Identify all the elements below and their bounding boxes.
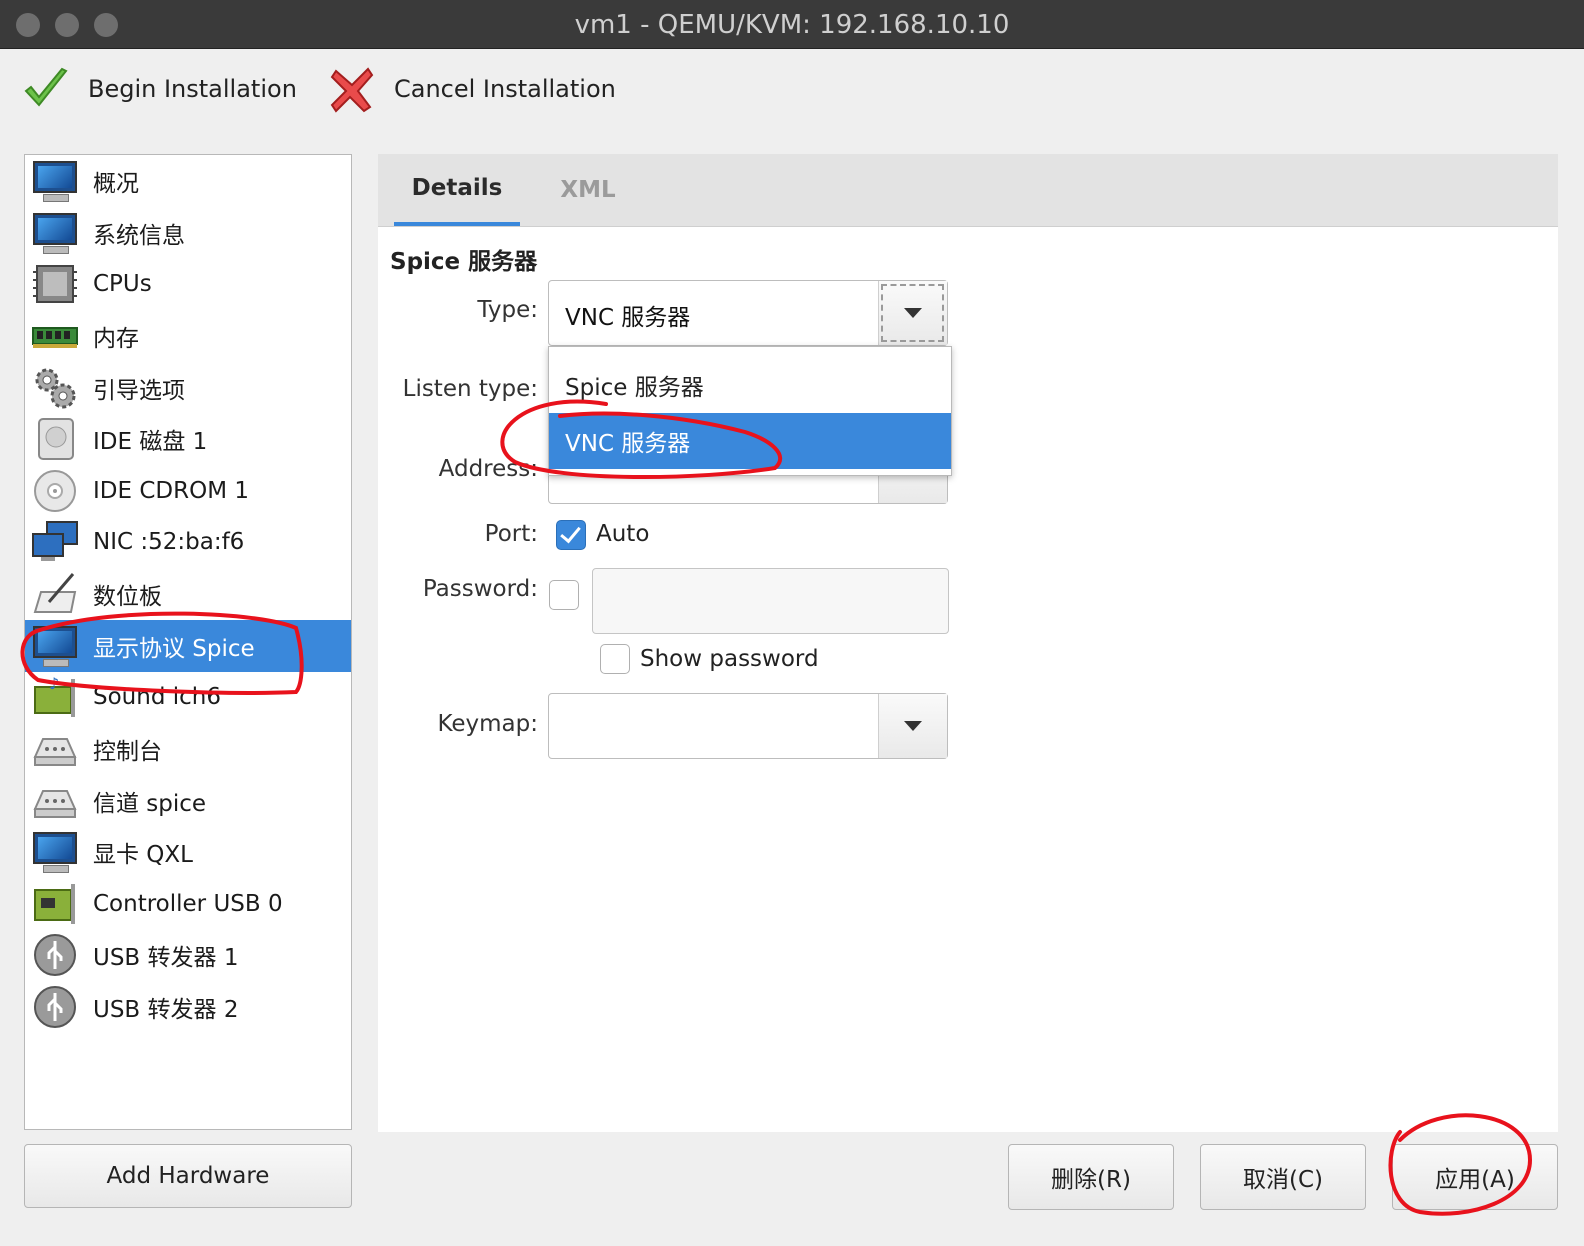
sidebar-item-label: 控制台 xyxy=(93,739,162,765)
show-password-label: Show password xyxy=(640,646,819,672)
serial-icon xyxy=(31,779,79,823)
sidebar-item-boot-options[interactable]: 引导选项 xyxy=(25,362,351,414)
show-password-checkbox[interactable] xyxy=(600,644,630,674)
svg-text:♪: ♪ xyxy=(49,675,59,693)
memory-icon xyxy=(31,314,79,358)
sidebar-item-label: USB 转发器 2 xyxy=(93,997,239,1023)
type-label: Type: xyxy=(477,297,538,323)
gears-icon xyxy=(31,366,79,410)
sidebar-item-label: 显卡 QXL xyxy=(93,842,193,868)
cpu-icon xyxy=(31,262,79,306)
apply-button[interactable]: 应用(A) xyxy=(1392,1144,1558,1210)
sidebar-item-label: USB 转发器 1 xyxy=(93,945,239,971)
sidebar-item-display-spice[interactable]: 显示协议 Spice xyxy=(25,620,351,672)
sidebar-item-label: NIC :52:ba:f6 xyxy=(93,529,245,555)
type-combo-value: VNC 服务器 xyxy=(565,305,691,331)
keymap-label: Keymap: xyxy=(437,711,538,737)
title-bar: vm1 - QEMU/KVM: 192.168.10.10 xyxy=(0,0,1584,49)
sidebar-item-system-info[interactable]: 系统信息 xyxy=(25,207,351,259)
sidebar-item-overview[interactable]: 概况 xyxy=(25,155,351,207)
port-auto-label: Auto xyxy=(596,521,650,547)
checkmark-icon xyxy=(22,65,70,113)
tab-bar: Details XML xyxy=(378,154,1558,227)
dropdown-option-vnc[interactable]: VNC 服务器 xyxy=(549,413,951,469)
hardware-list: 概况 系统信息 CPUs 内存 引导选项 IDE 磁盘 1 IDE CDROM … xyxy=(24,154,352,1130)
sidebar-item-channel-spice[interactable]: 信道 spice xyxy=(25,775,351,827)
port-label: Port: xyxy=(484,521,538,547)
network-icon xyxy=(31,520,79,564)
sidebar-item-tablet[interactable]: 数位板 xyxy=(25,568,351,620)
sidebar-item-sound[interactable]: ♪ Sound ich6 xyxy=(25,671,351,723)
sound-card-icon: ♪ xyxy=(31,674,79,719)
red-x-icon xyxy=(328,65,376,113)
sidebar-item-label: 数位板 xyxy=(93,584,162,610)
sidebar-item-label: IDE CDROM 1 xyxy=(93,478,249,504)
cancel-button[interactable]: 取消(C) xyxy=(1200,1144,1366,1210)
keymap-combo[interactable] xyxy=(548,693,948,759)
sidebar-item-label: IDE 磁盘 1 xyxy=(93,429,208,455)
sidebar-item-label: 信道 spice xyxy=(93,791,207,817)
app-window: vm1 - QEMU/KVM: 192.168.10.10 Begin Inst… xyxy=(0,0,1584,1246)
sidebar-item-usb-redirector-2[interactable]: USB 转发器 2 xyxy=(25,981,351,1033)
sidebar-item-controller-usb[interactable]: Controller USB 0 xyxy=(25,878,351,930)
sidebar-item-label: 引导选项 xyxy=(93,378,185,404)
serial-icon xyxy=(31,727,79,771)
sidebar-item-ide-cdrom[interactable]: IDE CDROM 1 xyxy=(25,465,351,517)
add-hardware-button[interactable]: Add Hardware xyxy=(24,1144,352,1208)
tab-details[interactable]: Details xyxy=(394,154,520,226)
type-combo[interactable]: VNC 服务器 xyxy=(548,280,948,346)
sidebar-item-console[interactable]: 控制台 xyxy=(25,723,351,775)
monitor-icon xyxy=(31,830,79,874)
cdrom-icon xyxy=(31,469,79,513)
sidebar-item-video-qxl[interactable]: 显卡 QXL xyxy=(25,826,351,878)
monitor-icon xyxy=(31,624,79,668)
port-auto-checkbox[interactable] xyxy=(556,520,586,550)
sidebar-item-nic[interactable]: NIC :52:ba:f6 xyxy=(25,516,351,568)
begin-installation-button[interactable]: Begin Installation xyxy=(22,62,297,116)
window-title: vm1 - QEMU/KVM: 192.168.10.10 xyxy=(574,10,1010,40)
tablet-icon xyxy=(31,572,79,616)
password-checkbox[interactable] xyxy=(549,580,579,610)
sidebar-item-label: Sound ich6 xyxy=(93,684,221,710)
begin-installation-label: Begin Installation xyxy=(88,75,297,103)
chevron-down-icon[interactable] xyxy=(878,694,947,758)
controller-card-icon xyxy=(31,882,79,926)
dropdown-option-spice[interactable]: Spice 服务器 xyxy=(549,357,951,413)
sidebar-item-label: CPUs xyxy=(93,271,152,297)
sidebar-item-ide-disk[interactable]: IDE 磁盘 1 xyxy=(25,413,351,465)
usb-icon xyxy=(31,985,79,1029)
disk-icon xyxy=(31,417,79,461)
sidebar-item-label: 显示协议 Spice xyxy=(93,636,255,662)
type-dropdown-menu: Spice 服务器 VNC 服务器 xyxy=(548,346,952,476)
password-label: Password: xyxy=(422,576,538,602)
sidebar-item-label: Controller USB 0 xyxy=(93,891,283,917)
listen-type-label: Listen type: xyxy=(402,376,538,402)
cancel-installation-label: Cancel Installation xyxy=(394,75,616,103)
sidebar-item-memory[interactable]: 内存 xyxy=(25,310,351,362)
tab-xml[interactable]: XML xyxy=(546,154,630,226)
sidebar-item-label: 内存 xyxy=(93,326,139,352)
sidebar-item-label: 概况 xyxy=(93,171,139,197)
details-panel: Details XML Spice 服务器 Type: VNC 服务器 List… xyxy=(378,154,1558,1132)
sidebar-item-usb-redirector-1[interactable]: USB 转发器 1 xyxy=(25,929,351,981)
chevron-down-icon[interactable] xyxy=(878,281,947,345)
sidebar-item-cpus[interactable]: CPUs xyxy=(25,258,351,310)
address-label: Address: xyxy=(438,456,538,482)
monitor-icon xyxy=(31,211,79,255)
usb-icon xyxy=(31,933,79,977)
monitor-icon xyxy=(31,159,79,203)
cancel-installation-button[interactable]: Cancel Installation xyxy=(328,62,616,116)
section-title: Spice 服务器 xyxy=(390,249,538,275)
sidebar-item-label: 系统信息 xyxy=(93,223,185,249)
password-field[interactable] xyxy=(592,568,949,634)
delete-button[interactable]: 删除(R) xyxy=(1008,1144,1174,1210)
